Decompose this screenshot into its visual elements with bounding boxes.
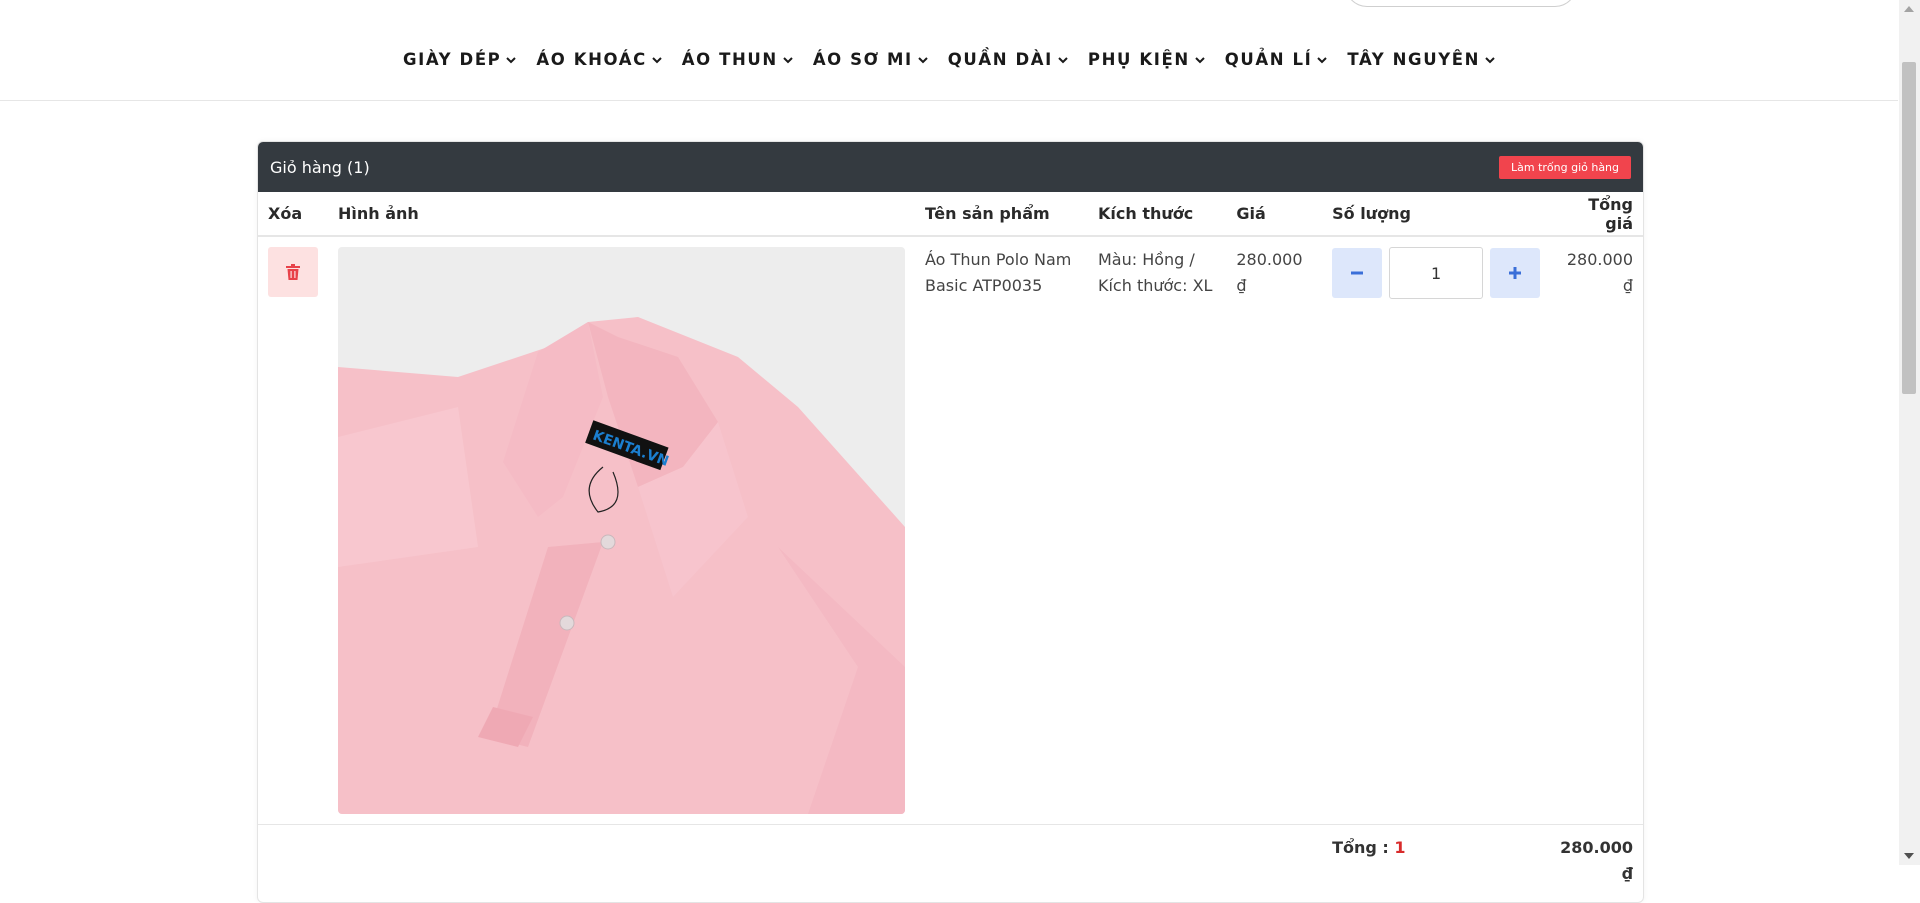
nav-item-label: QUẢN LÍ: [1224, 50, 1313, 69]
cart-header: Giỏ hàng (1) Làm trống giỏ hàng: [258, 142, 1643, 192]
page-scrollbar[interactable]: [1899, 0, 1920, 865]
cell-image: KENTA.VN: [328, 236, 915, 825]
quantity-input[interactable]: [1389, 247, 1484, 299]
cart-panel: Giỏ hàng (1) Làm trống giỏ hàng Xóa Hình…: [257, 141, 1644, 903]
column-header-quantity: Số lượng: [1322, 192, 1551, 237]
cell-delete: [258, 236, 328, 825]
nav-item-tay-nguyen[interactable]: TÂY NGUYÊN: [1347, 50, 1495, 69]
decrease-quantity-button[interactable]: [1332, 248, 1383, 298]
plus-icon: [1509, 267, 1522, 279]
product-image[interactable]: KENTA.VN: [338, 247, 905, 814]
delete-item-button[interactable]: [268, 247, 318, 297]
header-divider: [0, 100, 1898, 101]
summary-label: Tổng :: [1332, 838, 1389, 857]
scroll-thumb[interactable]: [1902, 62, 1916, 394]
nav-item-label: TÂY NGUYÊN: [1347, 50, 1481, 69]
nav-item-ao-thun[interactable]: ÁO THUN: [682, 50, 793, 69]
nav-item-ao-so-mi[interactable]: ÁO SƠ MI: [813, 50, 928, 69]
nav-item-quan-li[interactable]: QUẢN LÍ: [1225, 50, 1328, 69]
column-header-total: Tổng giá: [1550, 192, 1643, 237]
quantity-stepper: [1332, 247, 1541, 299]
chevron-down-icon: [1195, 56, 1205, 63]
nav-item-phu-kien[interactable]: PHỤ KIỆN: [1088, 50, 1205, 69]
nav-item-label: ÁO KHOÁC: [536, 50, 647, 69]
cart-table: Xóa Hình ảnh Tên sản phẩm Kích thước Giá…: [258, 192, 1643, 897]
nav-item-label: ÁO SƠ MI: [812, 50, 913, 69]
column-header-delete: Xóa: [258, 192, 328, 237]
cell-quantity: [1322, 236, 1551, 825]
increase-quantity-button[interactable]: [1490, 248, 1541, 298]
chevron-down-icon: [1058, 56, 1068, 63]
column-header-name: Tên sản phẩm: [915, 192, 1088, 237]
scroll-up-icon[interactable]: [1904, 6, 1914, 12]
main-nav: GIÀY DÉP ÁO KHOÁC ÁO THUN ÁO SƠ MI QUẦN …: [0, 50, 1898, 69]
cell-price: 280.000 ₫: [1226, 236, 1323, 825]
column-header-image: Hình ảnh: [328, 192, 915, 237]
clear-cart-button[interactable]: Làm trống giỏ hàng: [1499, 155, 1631, 179]
cell-size: Màu: Hồng / Kích thước: XL: [1087, 236, 1227, 825]
nav-item-label: ÁO THUN: [681, 50, 778, 69]
cart-title: Giỏ hàng (1): [270, 157, 370, 177]
search-box[interactable]: [1345, 0, 1577, 7]
trash-icon: [286, 264, 300, 280]
chevron-down-icon: [783, 56, 793, 63]
chevron-down-icon: [1317, 56, 1328, 63]
nav-item-label: QUẦN DÀI: [947, 50, 1053, 69]
table-row: KENTA.VN Áo Thun Polo Nam Basic ATP0035 …: [258, 236, 1643, 825]
chevron-down-icon: [652, 56, 662, 63]
cell-product-name[interactable]: Áo Thun Polo Nam Basic ATP0035: [915, 236, 1088, 825]
minus-icon: [1351, 271, 1364, 275]
nav-item-giay-dep[interactable]: GIÀY DÉP: [402, 50, 517, 69]
summary-amount: 280.000 ₫: [1560, 838, 1633, 883]
summary-item-count: 1: [1394, 838, 1406, 857]
summary-count: Tổng : 1: [1322, 825, 1550, 898]
table-header-row: Xóa Hình ảnh Tên sản phẩm Kích thước Giá…: [258, 192, 1643, 237]
chevron-down-icon: [506, 56, 517, 63]
total-row: Tổng : 1 280.000 ₫: [258, 825, 1643, 898]
nav-item-quan-dai[interactable]: QUẦN DÀI: [948, 50, 1068, 69]
cell-total: 280.000 ₫: [1550, 236, 1643, 825]
nav-item-ao-khoac[interactable]: ÁO KHOÁC: [536, 50, 662, 69]
chevron-down-icon: [1485, 56, 1495, 63]
chevron-down-icon: [918, 56, 928, 63]
nav-item-label: PHỤ KIỆN: [1087, 50, 1190, 69]
scroll-down-icon[interactable]: [1904, 853, 1914, 859]
nav-item-label: GIÀY DÉP: [402, 50, 502, 69]
column-header-size: Kích thước: [1087, 192, 1227, 237]
column-header-price: Giá: [1226, 192, 1323, 237]
